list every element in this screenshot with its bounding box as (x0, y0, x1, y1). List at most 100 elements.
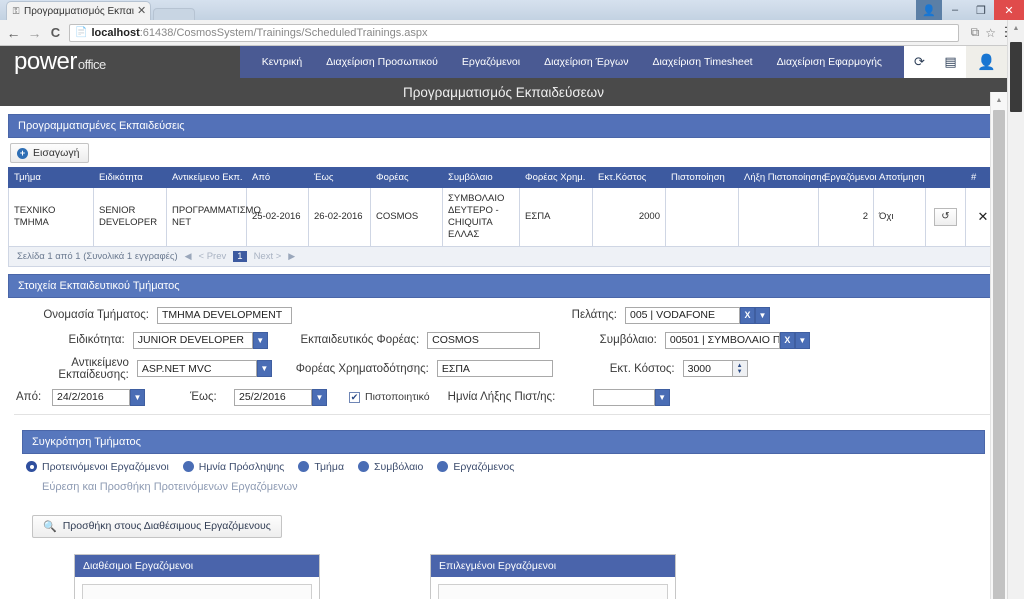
bookmark-star-icon[interactable]: ☆ (985, 26, 996, 40)
antikeimeno-input[interactable]: ASP.NET MVC (136, 360, 257, 377)
browser-profile-icon[interactable]: 👤 (916, 0, 942, 20)
onomasia-input[interactable]: ΤΜΗΜΑ DEVELOPMENT (157, 306, 292, 324)
row-delete-icon[interactable]: ✕ (978, 209, 989, 224)
symvolaio-combo[interactable]: 00501 | ΣΥΜΒΟΛΑΙΟ ΠΡΩΤΟ - X ▼ (664, 331, 810, 349)
liksi-datepicker[interactable]: ▼ (592, 388, 670, 406)
user-avatar-icon[interactable]: 👤 (966, 46, 1007, 78)
radio-protinomenoi-ergazomenoi[interactable]: Προτεινόμενοι Εργαζόμενοι (26, 461, 169, 473)
page-scrollbar[interactable]: ▲ ▼ (990, 92, 1007, 599)
page-viewport: power office Κεντρική Διαχείριση Προσωπικ… (0, 46, 1024, 599)
ekt-kostos-input[interactable]: 3000 (682, 360, 733, 377)
page-scroll-up-icon[interactable]: ▲ (991, 92, 1007, 108)
ekpaideftikos-foreas-input[interactable]: COSMOS (427, 331, 541, 349)
browser-scroll-thumb[interactable] (1010, 42, 1022, 112)
eos-input[interactable]: 25/2/2016 (234, 388, 312, 406)
cast-icon[interactable]: ⧉ (971, 25, 980, 40)
eos-dropdown-icon[interactable]: ▼ (312, 388, 327, 406)
url-path: :61438/CosmosSystem/Trainings/ScheduledT… (139, 26, 428, 39)
new-tab-button[interactable] (153, 8, 196, 20)
antikeimeno-dropdown-icon[interactable]: ▼ (256, 360, 272, 377)
col-apo[interactable]: Από (246, 167, 309, 188)
browser-scrollbar[interactable]: ▲ (1007, 20, 1024, 599)
address-bar[interactable]: 📄 localhost:61438/CosmosSystem/Trainings… (69, 23, 959, 42)
window-maximize-button[interactable]: ❐ (968, 0, 994, 20)
eos-datepicker[interactable]: 25/2/2016 ▼ (234, 388, 327, 406)
pelatis-combo[interactable]: 005 | VODAFONE X ▼ (625, 306, 770, 324)
insert-button[interactable]: + Εισαγωγή (10, 143, 90, 163)
pelatis-clear-icon[interactable]: X (740, 306, 755, 324)
pager-current-page[interactable]: 1 (233, 250, 247, 262)
available-employees-list[interactable] (82, 583, 312, 599)
app-logo[interactable]: power office (0, 50, 106, 74)
col-ekt-kostos[interactable]: Εκτ.Κόστος (592, 167, 666, 188)
window-minimize-button[interactable]: – (942, 0, 968, 20)
apo-dropdown-icon[interactable]: ▼ (130, 388, 145, 406)
eidikotita-input[interactable]: JUNIOR DEVELOPER (132, 331, 253, 349)
ekt-kostos-stepper[interactable]: 3000 ▲ ▼ (682, 360, 748, 377)
nav-item-kentriki[interactable]: Κεντρική (250, 46, 314, 78)
label-pelatis: Πελάτης: (571, 309, 617, 321)
col-symvolaio[interactable]: Συμβόλαιο (442, 167, 520, 188)
foreas-xrimatodotisis-input[interactable]: ΕΣΠΑ (436, 360, 554, 377)
reload-icon[interactable]: C (48, 25, 63, 40)
symvolaio-clear-icon[interactable]: X (779, 331, 795, 349)
col-liksi-pistopoiisis[interactable]: Λήξη Πιστοποίησης (738, 167, 826, 188)
employee-transfer-area: Διαθέσιμοι Εργαζόμενοι Προσθήκη > Επιλεγ… (8, 538, 999, 599)
symvolaio-input[interactable]: 00501 | ΣΥΜΒΟΛΑΙΟ ΠΡΩΤΟ - (664, 331, 780, 349)
spinner-down-icon[interactable]: ▼ (737, 369, 743, 375)
col-apotimisi[interactable]: Αποτίμηση (873, 167, 926, 188)
refresh-icon[interactable]: ⟳ (904, 46, 935, 78)
radio-tmima[interactable]: Τμήμα (298, 461, 344, 473)
apo-input[interactable]: 24/2/2016 (52, 388, 130, 406)
back-icon[interactable]: ← (6, 25, 21, 41)
eidikotita-combo[interactable]: JUNIOR DEVELOPER ▼ (132, 331, 268, 349)
eidikotita-dropdown-icon[interactable]: ▼ (252, 331, 268, 349)
radio-symvolaio[interactable]: Συμβόλαιο (358, 461, 423, 473)
available-employees-title: Διαθέσιμοι Εργαζόμενοι (75, 554, 319, 577)
nav-item-diaxeirisi-ergon[interactable]: Διαχείριση Έργων (532, 46, 640, 78)
selected-employees-list[interactable] (438, 583, 668, 599)
apo-datepicker[interactable]: 24/2/2016 ▼ (52, 388, 145, 406)
radio-imnia-proslipsis[interactable]: Ημνία Πρόσληψης (182, 461, 284, 473)
transfer-buttons: Προσθήκη > (320, 554, 430, 599)
forward-icon[interactable]: → (27, 25, 42, 41)
ekt-kostos-spinner[interactable]: ▲ ▼ (732, 360, 748, 377)
symvolaio-dropdown-icon[interactable]: ▼ (794, 331, 810, 349)
add-to-available-button[interactable]: 🔍 Προσθήκη στους Διαθέσιμους Εργαζόμενου… (32, 514, 282, 538)
col-antikeimeno[interactable]: Αντικείμενο Εκπ. (166, 167, 247, 188)
col-eidikotita[interactable]: Ειδικότητα (93, 167, 167, 188)
nav-item-diaxeirisi-timesheet[interactable]: Διαχείριση Timesheet (640, 46, 764, 78)
pelatis-dropdown-icon[interactable]: ▼ (755, 306, 770, 324)
col-foreas[interactable]: Φορέας (370, 167, 443, 188)
col-tmima[interactable]: Τμήμα (8, 167, 94, 188)
pager-next-link[interactable]: Next > (254, 251, 282, 262)
row-edit-icon[interactable]: ↺ (934, 207, 957, 226)
pager-prev-link[interactable]: < Prev (199, 251, 227, 262)
nav-item-diaxeirisi-efarmogis[interactable]: Διαχείριση Εφαρμογής (765, 46, 894, 78)
liksi-dropdown-icon[interactable]: ▼ (654, 388, 670, 406)
radio-ergazomenos[interactable]: Εργαζόμενος (437, 461, 514, 473)
cell-tmima: ΤΕΧΝΙΚΟ ΤΜΗΜΑ (8, 187, 94, 247)
table-row[interactable]: ΤΕΧΝΙΚΟ ΤΜΗΜΑ SENIOR DEVELOPER ΠΡΟΓΡΑΜΜΑ… (8, 187, 1001, 247)
nav-item-diaxeirisi-prosopikou[interactable]: Διαχείριση Προσωπικού (314, 46, 450, 78)
col-ergazomenoi[interactable]: Εργαζόμενοι (818, 167, 877, 188)
nav-item-ergazomenoi[interactable]: Εργαζόμενοι (450, 46, 532, 78)
window-close-button[interactable]: ✕ (994, 0, 1024, 20)
browser-tab[interactable]: ⚿ Προγραμματισμός Εκπαι ✕ (6, 1, 152, 20)
pager-first-icon[interactable]: ◀ (185, 251, 192, 262)
pager-last-icon[interactable]: ▶ (288, 251, 295, 262)
col-pistopoiisi[interactable]: Πιστοποίηση (665, 167, 739, 188)
tab-close-icon[interactable]: ✕ (137, 6, 146, 17)
liksi-input[interactable] (592, 388, 655, 406)
pistopoiitiko-checkbox-wrap[interactable]: ✔ Πιστοποιητικό (349, 391, 430, 403)
pelatis-input[interactable]: 005 | VODAFONE (625, 306, 740, 324)
page-scroll-thumb[interactable] (993, 110, 1005, 599)
pistopoiitiko-checkbox[interactable]: ✔ (349, 391, 360, 403)
col-foreas-xrim[interactable]: Φορέας Χρημ. (519, 167, 593, 188)
col-eos[interactable]: Έως (308, 167, 371, 188)
label-eidikotita: Ειδικότητα: (68, 334, 125, 346)
window-icon[interactable]: ▤ (935, 46, 966, 78)
scheduled-trainings-panel: Προγραμματισμένες Εκπαιδεύσεις + Εισαγωγ… (8, 114, 1001, 267)
browser-scroll-up-icon[interactable]: ▲ (1008, 20, 1024, 36)
antikeimeno-combo[interactable]: ASP.NET MVC ▼ (136, 360, 272, 377)
